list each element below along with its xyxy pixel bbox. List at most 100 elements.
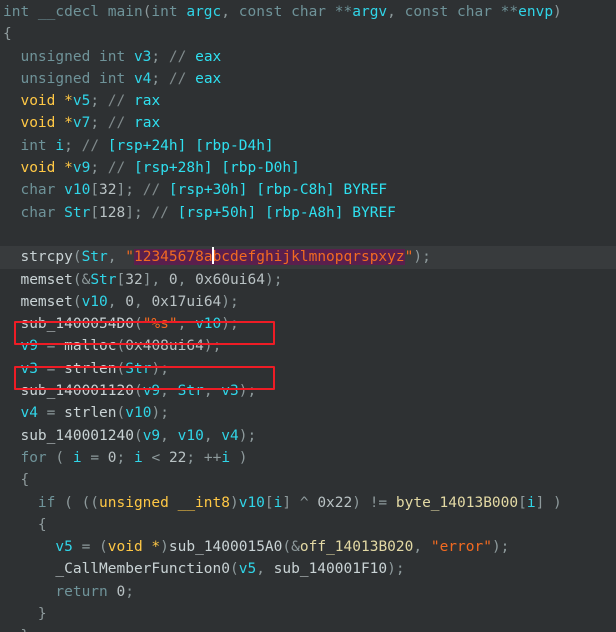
token-function-call[interactable]: sub_1400054D0 — [3, 316, 134, 332]
token-variable[interactable]: v9 — [143, 428, 160, 444]
code-line[interactable]: } — [0, 625, 616, 632]
token-variable[interactable]: v5 — [239, 561, 256, 577]
code-line[interactable]: { — [0, 23, 616, 45]
code-line-annotated[interactable]: sub_140001120(v9, Str, v3); — [0, 380, 616, 402]
code-line[interactable]: v4 = strlen(v10); — [0, 402, 616, 424]
token-variable[interactable]: i — [73, 450, 82, 466]
token-variable[interactable]: v10 — [195, 316, 221, 332]
code-line[interactable]: unsigned int v3; // eax — [0, 46, 616, 68]
token-variable[interactable]: v4 — [20, 405, 37, 421]
token-variable[interactable]: v4 — [221, 428, 238, 444]
token-variable[interactable]: Str — [82, 249, 108, 265]
token-variable[interactable]: v3 — [20, 361, 37, 377]
token-function-name[interactable]: main — [108, 4, 143, 20]
token-function-call[interactable]: _CallMemberFunction0 — [3, 561, 230, 577]
token-keyword: if — [3, 494, 65, 511]
token-function-reference[interactable]: sub_140001F10 — [274, 561, 388, 577]
token-variable[interactable]: v9 — [20, 338, 37, 354]
token-number: 0 — [107, 449, 117, 466]
token-function-call[interactable]: strlen — [64, 361, 116, 377]
code-line[interactable]: _CallMemberFunction0(v5, sub_140001F10); — [0, 558, 616, 580]
token-variable[interactable]: Str — [90, 272, 116, 288]
code-line[interactable]: { — [0, 469, 616, 491]
token-variable[interactable]: v10 — [125, 405, 151, 421]
token-brace: { — [3, 26, 12, 43]
code-line[interactable]: void *v9; // [rsp+28h] [rbp-D0h] — [0, 157, 616, 179]
code-line[interactable]: v5 = (void *)sub_1400015A0(&off_14013B02… — [0, 536, 616, 558]
code-line[interactable]: v3 = strlen(Str); — [0, 358, 616, 380]
token-variable[interactable]: Str — [178, 383, 204, 399]
token-variable[interactable]: v10 — [82, 294, 108, 310]
code-line[interactable]: char v10[32]; // [rsp+30h] [rbp-C8h] BYR… — [0, 179, 616, 201]
token-function-call[interactable]: sub_1400015A0 — [169, 539, 283, 555]
token-variable[interactable]: v5 — [73, 93, 90, 109]
token-punct: ( — [55, 449, 73, 466]
code-line[interactable]: void *v5; // rax — [0, 90, 616, 112]
code-line-annotated[interactable]: sub_140001240(v9, v10, v4); — [0, 425, 616, 447]
code-line[interactable]: void *v7; // rax — [0, 112, 616, 134]
code-line[interactable]: v9 = malloc(0x408ui64); — [0, 335, 616, 357]
token-variable[interactable]: v7 — [73, 115, 90, 131]
token-data-symbol[interactable]: off_14013B020 — [300, 539, 414, 555]
code-line[interactable]: memset(v10, 0, 0x17ui64); — [0, 291, 616, 313]
token-variable[interactable]: Str — [64, 205, 90, 221]
token-punct: ; — [90, 160, 108, 177]
token-function-call[interactable]: sub_140001240 — [3, 428, 134, 444]
code-line[interactable]: } — [0, 603, 616, 625]
token-punct: ], — [142, 271, 169, 288]
code-area[interactable]: int __cdecl main (int argc, const char **… — [0, 1, 616, 632]
token-variable[interactable]: v3 — [221, 383, 238, 399]
token-variable[interactable]: v10 — [178, 428, 204, 444]
token-keyword: const char ** — [404, 4, 519, 20]
token-punct: , — [387, 4, 405, 20]
code-line[interactable]: if ( ((unsigned __int8)v10[i] ^ 0x22) !=… — [0, 492, 616, 514]
token-variable[interactable]: v10 — [64, 182, 90, 198]
token-function-call[interactable]: memset — [3, 272, 72, 288]
token-number: 22 — [168, 449, 187, 466]
token-quote: " — [125, 249, 134, 266]
token-variable[interactable]: i — [55, 138, 64, 154]
code-line[interactable]: int __cdecl main(int argc, const char **… — [0, 1, 616, 23]
code-line-current[interactable]: strcpy(Str, "12345678abcdefghijklmnopqrs… — [0, 246, 616, 269]
token-punct: ( (( — [64, 494, 100, 511]
token-data-symbol[interactable]: byte_14013B000 — [396, 495, 518, 511]
token-variable[interactable]: envp — [518, 4, 553, 20]
token-variable[interactable]: v5 — [55, 539, 72, 555]
code-line[interactable]: int i; // [rsp+24h] [rbp-D4h] — [0, 135, 616, 157]
token-variable[interactable]: argv — [352, 4, 387, 20]
token-variable[interactable]: v9 — [143, 383, 160, 399]
token-variable[interactable]: v9 — [73, 160, 90, 176]
code-line[interactable]: unsigned int v4; // eax — [0, 68, 616, 90]
token-function-call[interactable]: malloc — [64, 338, 116, 354]
code-line[interactable]: for ( i = 0; i < 22; ++i ) — [0, 447, 616, 469]
token-comment-text: [rsp+30h] [rbp-C8h] BYREF — [168, 182, 388, 199]
token-string[interactable]: "%s" — [143, 316, 178, 332]
code-line-blank[interactable] — [0, 224, 616, 246]
code-line[interactable]: return 0; — [0, 581, 616, 603]
token-punct: ); — [413, 249, 431, 266]
token-variable[interactable]: i — [134, 450, 143, 466]
token-comment-text: [rsp+28h] [rbp-D0h] — [134, 160, 300, 177]
code-line[interactable]: sub_1400054D0("%s", v10); — [0, 313, 616, 335]
token-variable[interactable]: v10 — [239, 495, 265, 511]
token-function-call[interactable]: sub_140001120 — [3, 383, 134, 399]
token-variable[interactable]: v3 — [134, 49, 151, 65]
token-punct: , — [177, 271, 196, 288]
pseudocode-view[interactable]: int __cdecl main (int argc, const char **… — [0, 0, 616, 632]
code-line[interactable]: char Str[128]; // [rsp+50h] [rbp-A8h] BY… — [0, 202, 616, 224]
token-variable[interactable]: v4 — [134, 71, 151, 87]
code-line[interactable]: { — [0, 514, 616, 536]
token-variable[interactable]: Str — [125, 361, 151, 377]
token-function-call[interactable]: strcpy — [3, 249, 72, 265]
token-variable[interactable]: i — [527, 495, 536, 511]
code-line[interactable]: memset(&Str[32], 0, 0x60ui64); — [0, 269, 616, 291]
selected-string-literal[interactable]: 12345678abcdefghijklmnopqrspxyz — [133, 247, 405, 266]
token-string[interactable]: "error" — [431, 539, 492, 555]
token-variable[interactable]: i — [221, 450, 230, 466]
token-variable[interactable]: argc — [186, 4, 221, 20]
token-function-call[interactable]: strlen — [64, 405, 116, 421]
token-comment-slashes: // — [107, 160, 134, 177]
token-function-call[interactable]: memset — [3, 294, 72, 310]
